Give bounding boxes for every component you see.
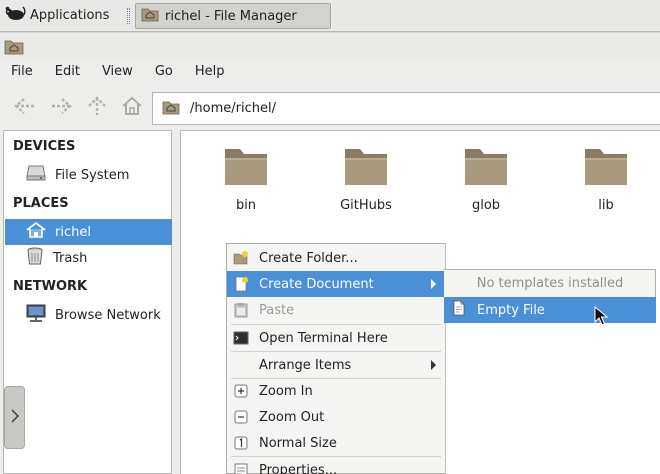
sidebar-item-browse-network[interactable]: Browse Network xyxy=(5,302,172,328)
create-document-submenu: No templates installed Empty File xyxy=(444,269,656,323)
drive-icon xyxy=(25,164,47,186)
back-button[interactable] xyxy=(11,95,39,121)
home-folder-icon xyxy=(4,38,24,59)
folder-item[interactable]: GitHubs xyxy=(321,145,411,213)
folder-name: lib xyxy=(598,198,614,213)
menu-item-label: Paste xyxy=(259,302,295,318)
zoom-original-icon xyxy=(233,435,249,451)
no-templates-label: No templates installed xyxy=(476,276,624,291)
menu-help[interactable]: Help xyxy=(184,61,236,83)
open-terminal-item[interactable]: Open Terminal Here xyxy=(227,325,445,351)
menu-edit[interactable]: Edit xyxy=(44,61,91,83)
menu-view[interactable]: View xyxy=(91,61,144,83)
sidebar: DEVICES File System PLACES richel Trash … xyxy=(3,130,172,474)
menubar: File Edit View Go Help xyxy=(0,61,235,83)
window-titlebar[interactable] xyxy=(0,33,660,59)
sidebar-item-label: Browse Network xyxy=(55,307,161,323)
location-path: /home/richel/ xyxy=(190,101,276,116)
properties-icon xyxy=(233,462,249,474)
taskbar-separator xyxy=(127,8,130,24)
menu-item-label: Properties... xyxy=(259,462,338,474)
sidebar-item-file-system[interactable]: File System xyxy=(5,162,172,188)
menu-item-label: Arrange Items xyxy=(259,357,352,373)
sidebar-header-network: NETWORK xyxy=(13,279,88,294)
menu-item-label: Normal Size xyxy=(259,435,337,451)
applications-menu-button[interactable]: Applications xyxy=(4,3,109,27)
terminal-icon xyxy=(233,330,249,346)
folder-name: GitHubs xyxy=(340,198,392,213)
create-document-item[interactable]: Create Document xyxy=(227,271,445,297)
menu-item-label: Empty File xyxy=(477,302,545,318)
normal-size-item[interactable]: Normal Size xyxy=(227,430,445,456)
home-folder-icon xyxy=(162,99,180,119)
folder-item[interactable]: bin xyxy=(201,145,291,213)
submenu-arrow-icon xyxy=(431,360,436,370)
network-icon xyxy=(25,303,47,327)
menu-item-label: Zoom In xyxy=(259,383,313,399)
xfce-mouse-icon xyxy=(4,4,26,26)
menu-file[interactable]: File xyxy=(0,61,44,83)
applications-label: Applications xyxy=(30,7,110,23)
create-folder-item[interactable]: Create Folder... xyxy=(227,245,445,271)
folder-icon xyxy=(463,149,509,191)
sidebar-item-trash[interactable]: Trash xyxy=(5,245,172,271)
taskbar-window-button[interactable]: richel - File Manager xyxy=(135,3,331,29)
empty-file-item[interactable]: Empty File xyxy=(444,297,656,323)
folder-icon xyxy=(223,149,269,191)
menu-item-label: Create Folder... xyxy=(259,250,358,266)
paste-item[interactable]: Paste xyxy=(227,297,445,323)
menu-item-label: Open Terminal Here xyxy=(259,330,388,346)
zoom-in-item[interactable]: Zoom In xyxy=(227,378,445,404)
folder-item[interactable]: lib xyxy=(561,145,651,213)
menu-item-label: Zoom Out xyxy=(259,409,325,425)
sidebar-item-label: File System xyxy=(55,167,130,183)
home-icon xyxy=(121,96,143,120)
document-icon xyxy=(451,300,467,320)
sidebar-header-places: PLACES xyxy=(13,196,69,211)
home-icon xyxy=(25,221,47,243)
sidebar-toggle-button[interactable] xyxy=(4,386,25,449)
folder-icon xyxy=(343,149,389,191)
location-bar[interactable]: /home/richel/ xyxy=(152,92,660,125)
taskbar-window-title: richel - File Manager xyxy=(165,8,297,24)
up-arrow-icon xyxy=(86,95,108,121)
mouse-pointer-icon xyxy=(594,305,609,330)
new-folder-icon xyxy=(233,250,249,266)
zoom-in-icon xyxy=(233,383,249,399)
folder-item[interactable]: glob xyxy=(441,145,531,213)
sidebar-item-label: richel xyxy=(55,224,91,240)
arrange-items-item[interactable]: Arrange Items xyxy=(227,352,445,378)
folder-name: bin xyxy=(235,198,257,213)
new-document-icon xyxy=(233,276,249,292)
forward-arrow-icon xyxy=(49,96,73,120)
sidebar-item-label: Trash xyxy=(53,250,88,266)
folder-name: glob xyxy=(471,198,501,213)
menu-item-label: Create Document xyxy=(259,276,374,292)
zoom-out-item[interactable]: Zoom Out xyxy=(227,404,445,430)
sidebar-header-devices: DEVICES xyxy=(13,139,76,154)
forward-button[interactable] xyxy=(47,95,75,121)
context-menu: Create Folder... Create Document Paste O… xyxy=(226,243,446,474)
up-button[interactable] xyxy=(83,95,111,121)
folder-icon xyxy=(583,149,629,191)
properties-item[interactable]: Properties... xyxy=(227,457,445,474)
chevron-right-icon xyxy=(10,408,20,428)
sidebar-item-home[interactable]: richel xyxy=(5,219,172,245)
paste-icon xyxy=(233,302,249,318)
home-button[interactable] xyxy=(118,95,146,121)
submenu-arrow-icon xyxy=(431,279,436,289)
home-folder-icon xyxy=(141,6,159,26)
back-arrow-icon xyxy=(13,96,37,120)
menu-go[interactable]: Go xyxy=(144,61,184,83)
zoom-out-icon xyxy=(233,409,249,425)
taskbar: Applications richel - File Manager xyxy=(0,0,660,32)
trash-icon xyxy=(25,246,45,270)
